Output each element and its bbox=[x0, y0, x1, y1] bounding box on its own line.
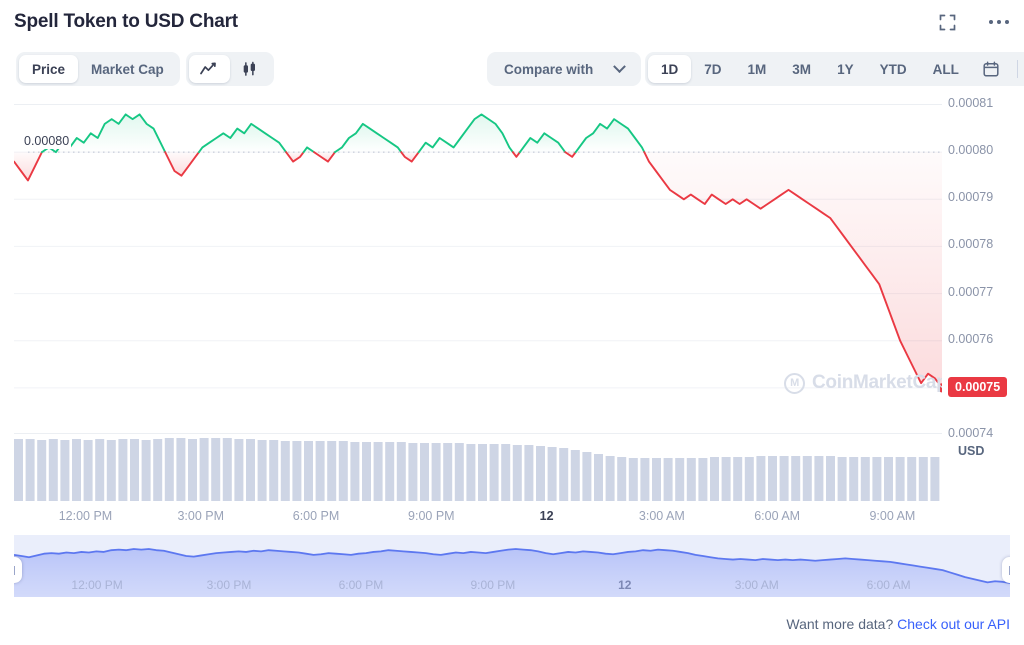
x-tick-2: 6:00 PM bbox=[293, 509, 340, 523]
compare-with-label: Compare with bbox=[504, 62, 593, 77]
x-tick-4: 12 bbox=[540, 509, 554, 523]
range-3m[interactable]: 3M bbox=[779, 55, 824, 83]
range-7d[interactable]: 7D bbox=[691, 55, 734, 83]
chart-navigator[interactable]: 12:00 PM 3:00 PM 6:00 PM 9:00 PM 12 3:00 AM 6:… bbox=[14, 535, 1010, 597]
open-price-label: 0.00080 bbox=[22, 133, 71, 149]
range-1y[interactable]: 1Y bbox=[824, 55, 867, 83]
y-tick-0: 0.00081 bbox=[948, 96, 993, 110]
x-tick-5: 3:00 AM bbox=[639, 509, 685, 523]
x-axis: 12:00 PM 3:00 PM 6:00 PM 9:00 PM 12 3:00 AM 6:… bbox=[0, 505, 1024, 531]
x-tick-6: 6:00 AM bbox=[754, 509, 800, 523]
y-tick-4: 0.00077 bbox=[948, 285, 993, 299]
calendar-icon[interactable] bbox=[972, 55, 1010, 83]
header-actions bbox=[934, 0, 1012, 44]
page-title: Spell Token to USD Chart bbox=[14, 11, 238, 33]
footer: Want more data? Check out our API bbox=[786, 616, 1010, 632]
price-marketcap-toggle: Price Market Cap bbox=[16, 52, 180, 86]
y-tick-2: 0.00079 bbox=[948, 190, 993, 204]
toolbar-divider bbox=[1017, 60, 1018, 78]
price-line-svg bbox=[14, 105, 942, 434]
range-ytd[interactable]: YTD bbox=[867, 55, 920, 83]
y-tick-7: 0.00074 bbox=[948, 426, 993, 440]
navigator-x-tick-6: 6:00 AM bbox=[867, 578, 911, 592]
api-link[interactable]: Check out our API bbox=[897, 616, 1010, 632]
footer-question: Want more data? bbox=[786, 616, 893, 632]
volume-bars-svg bbox=[14, 435, 942, 501]
more-options-icon[interactable] bbox=[986, 9, 1012, 35]
line-chart-icon[interactable] bbox=[189, 55, 230, 83]
navigator-x-tick-5: 3:00 AM bbox=[735, 578, 779, 592]
range-1m[interactable]: 1M bbox=[735, 55, 780, 83]
y-axis-unit: USD bbox=[958, 444, 984, 458]
y-tick-1: 0.00080 bbox=[948, 143, 993, 157]
chart-header: Spell Token to USD Chart bbox=[0, 0, 1024, 44]
range-all[interactable]: ALL bbox=[920, 55, 972, 83]
navigator-x-tick-4: 12 bbox=[618, 578, 631, 592]
x-tick-7: 9:00 AM bbox=[869, 509, 915, 523]
navigator-x-tick-3: 9:00 PM bbox=[471, 578, 516, 592]
tab-price[interactable]: Price bbox=[19, 55, 78, 83]
fullscreen-icon[interactable] bbox=[934, 9, 960, 35]
chart-type-toggle bbox=[186, 52, 274, 86]
y-tick-5: 0.00076 bbox=[948, 332, 993, 346]
volume-plot[interactable] bbox=[14, 435, 942, 501]
x-tick-1: 3:00 PM bbox=[177, 509, 224, 523]
chart-area: 0.00080 M CoinMarketCap 0.00081 0.00080 … bbox=[0, 104, 1024, 529]
current-price-badge: 0.00075 bbox=[948, 377, 1007, 397]
compare-with-dropdown[interactable]: Compare with bbox=[487, 52, 641, 86]
x-tick-3: 9:00 PM bbox=[408, 509, 455, 523]
x-tick-0: 12:00 PM bbox=[59, 509, 113, 523]
navigator-x-tick-1: 3:00 PM bbox=[207, 578, 252, 592]
navigator-x-tick-2: 6:00 PM bbox=[339, 578, 384, 592]
range-1d[interactable]: 1D bbox=[648, 55, 691, 83]
navigator-x-tick-0: 12:00 PM bbox=[71, 578, 122, 592]
tab-market-cap[interactable]: Market Cap bbox=[78, 55, 177, 83]
spell-token-chart-page: Spell Token to USD Chart Price Ma bbox=[0, 0, 1024, 645]
price-plot[interactable]: 0.00080 M CoinMarketCap bbox=[14, 104, 942, 434]
navigator-handle-left[interactable] bbox=[14, 557, 22, 583]
candlestick-chart-icon[interactable] bbox=[230, 55, 271, 83]
compare-with-control[interactable]: Compare with bbox=[490, 55, 638, 83]
chevron-down-icon bbox=[613, 60, 626, 73]
y-tick-3: 0.00078 bbox=[948, 237, 993, 251]
y-axis: 0.00081 0.00080 0.00079 0.00078 0.00077 … bbox=[948, 104, 1024, 529]
time-range-selector: 1D 7D 1M 3M 1Y YTD ALL LOG bbox=[645, 52, 1024, 86]
chart-toolbar: Price Market Cap bbox=[0, 52, 1024, 94]
navigator-handle-right[interactable] bbox=[1002, 557, 1010, 583]
